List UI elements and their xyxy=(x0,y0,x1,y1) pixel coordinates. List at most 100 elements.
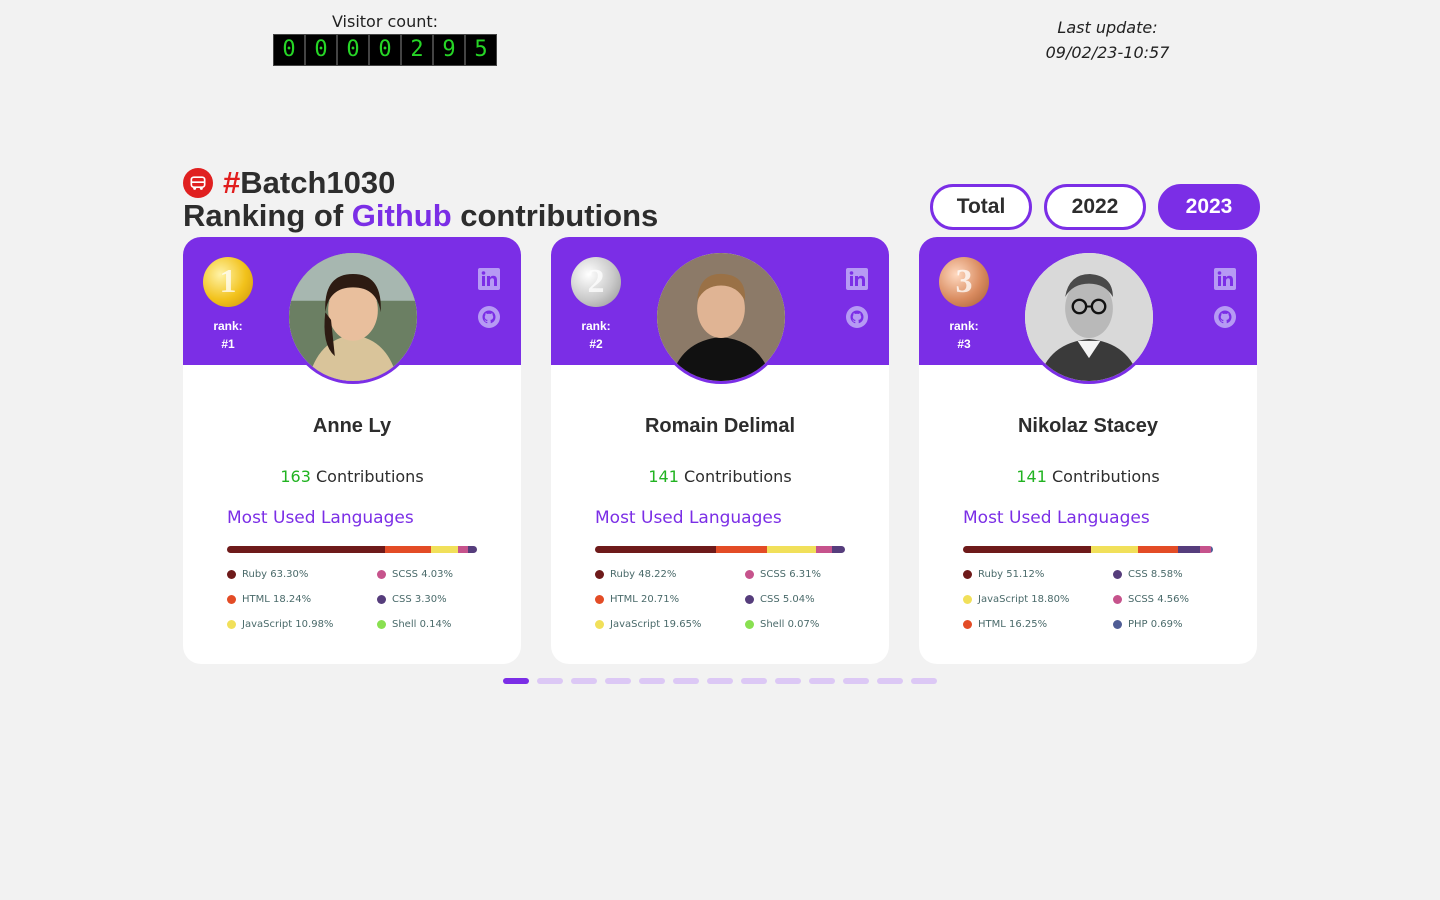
contributions-number: 141 xyxy=(1016,467,1047,486)
language-item: JavaScript 10.98% xyxy=(227,618,377,631)
github-icon[interactable] xyxy=(845,305,869,329)
language-item: HTML 20.71% xyxy=(595,593,745,606)
pagination-dot[interactable] xyxy=(673,678,699,684)
ranking-heading: Ranking of Github contributions xyxy=(183,198,658,234)
pagination-dot[interactable] xyxy=(503,678,529,684)
social-links xyxy=(845,267,869,329)
language-bar xyxy=(227,546,477,553)
pagination-dot[interactable] xyxy=(911,678,937,684)
language-bar xyxy=(963,546,1213,553)
language-bar-segment xyxy=(1178,546,1200,553)
contributor-card: 2 rank: #2 Romain Delimal 141 Contributio… xyxy=(551,237,889,664)
visitor-count-label: Visitor count: xyxy=(331,12,439,31)
language-item: Ruby 48.22% xyxy=(595,568,745,581)
language-bar-segment xyxy=(816,546,833,553)
avatar xyxy=(286,250,420,384)
ranking-prefix: Ranking of xyxy=(183,198,352,233)
tab-total[interactable]: Total xyxy=(930,184,1032,230)
contributions-number: 141 xyxy=(648,467,679,486)
github-word: Github xyxy=(351,198,452,233)
language-bar-segment xyxy=(1090,546,1138,553)
language-item: PHP 0.69% xyxy=(1113,618,1213,631)
linkedin-icon[interactable] xyxy=(1213,267,1237,291)
language-item: CSS 8.58% xyxy=(1113,568,1213,581)
language-label: Ruby 51.12% xyxy=(978,569,1045,580)
pagination-dot[interactable] xyxy=(707,678,733,684)
language-bar-segment xyxy=(715,546,768,553)
batch-name: Batch1030 xyxy=(240,165,396,200)
language-item: Ruby 51.12% xyxy=(963,568,1113,581)
github-icon[interactable] xyxy=(477,305,501,329)
batch-title: #Batch1030 xyxy=(183,165,658,200)
pagination-dot[interactable] xyxy=(605,678,631,684)
last-update-value: 09/02/23-10:57 xyxy=(1045,43,1170,62)
language-bar-segment xyxy=(595,546,716,553)
language-bar-segment xyxy=(1199,546,1212,553)
language-dot-icon xyxy=(1113,595,1122,604)
most-used-languages-heading: Most Used Languages xyxy=(963,508,1150,528)
pagination-dot[interactable] xyxy=(877,678,903,684)
language-label: HTML 20.71% xyxy=(610,594,680,605)
period-tabs: Total 2022 2023 xyxy=(930,184,1260,230)
pagination-dot[interactable] xyxy=(571,678,597,684)
language-bar-segment xyxy=(832,546,845,553)
language-list: Ruby 48.22% SCSS 6.31% HTML 20.71% CSS 5.04… xyxy=(595,568,889,631)
contributor-name: Anne Ly xyxy=(312,415,392,437)
contributor-card: 1 rank: #1 Anne Ly 163 Contributions Most… xyxy=(183,237,521,664)
card-header: 3 rank: #3 xyxy=(919,237,1257,384)
language-label: JavaScript 19.65% xyxy=(610,619,702,630)
visitor-digit: 0 xyxy=(305,34,337,66)
language-label: Shell 0.07% xyxy=(760,619,820,630)
tab-2023[interactable]: 2023 xyxy=(1158,184,1260,230)
language-dot-icon xyxy=(227,620,236,629)
pagination-dot[interactable] xyxy=(639,678,665,684)
language-label: SCSS 4.03% xyxy=(392,569,453,580)
language-label: PHP 0.69% xyxy=(1128,619,1183,630)
language-label: CSS 8.58% xyxy=(1128,569,1183,580)
visitor-digit: 0 xyxy=(337,34,369,66)
most-used-languages-heading: Most Used Languages xyxy=(595,508,782,528)
card-header: 1 rank: #1 xyxy=(183,237,521,384)
rank-value: #2 xyxy=(589,337,603,351)
pagination-dot[interactable] xyxy=(843,678,869,684)
pagination-dot[interactable] xyxy=(741,678,767,684)
contributions-number: 163 xyxy=(280,467,311,486)
linkedin-icon[interactable] xyxy=(845,267,869,291)
language-list: Ruby 51.12% CSS 8.58% JavaScript 18.80% SCS… xyxy=(963,568,1257,631)
contributions-label: Contributions xyxy=(310,467,424,486)
medal-number: 1 xyxy=(219,263,237,300)
language-item: SCSS 4.03% xyxy=(377,568,477,581)
visitor-counter: Visitor count: 0 0 0 0 2 9 5 xyxy=(273,12,497,66)
pagination-dot[interactable] xyxy=(809,678,835,684)
github-icon[interactable] xyxy=(1213,305,1237,329)
contributions-label: Contributions xyxy=(1046,467,1160,486)
rank-prefix: rank: xyxy=(581,319,611,333)
language-item: SCSS 4.56% xyxy=(1113,593,1213,606)
language-item: CSS 3.30% xyxy=(377,593,477,606)
contributions-label: Contributions xyxy=(678,467,792,486)
language-dot-icon xyxy=(377,595,386,604)
language-label: HTML 16.25% xyxy=(978,619,1048,630)
pagination-dot[interactable] xyxy=(537,678,563,684)
visitor-digit: 9 xyxy=(433,34,465,66)
visitor-digit: 2 xyxy=(401,34,433,66)
visitor-count-digits: 0 0 0 0 2 9 5 xyxy=(273,34,497,66)
language-bar xyxy=(595,546,845,553)
visitor-digit: 5 xyxy=(465,34,497,66)
card-header: 2 rank: #2 xyxy=(551,237,889,384)
bus-icon xyxy=(183,168,213,198)
language-label: Shell 0.14% xyxy=(392,619,452,630)
language-dot-icon xyxy=(227,570,236,579)
last-update: Last update: 09/02/23-10:57 xyxy=(1000,15,1215,65)
pagination-dot[interactable] xyxy=(775,678,801,684)
language-dot-icon xyxy=(745,570,754,579)
carousel-pagination xyxy=(503,678,937,684)
contributor-name: Romain Delimal xyxy=(644,415,796,437)
language-bar-segment xyxy=(767,546,817,553)
language-item: JavaScript 19.65% xyxy=(595,618,745,631)
language-bar-segment xyxy=(227,546,386,553)
tab-2022[interactable]: 2022 xyxy=(1044,184,1146,230)
ranking-suffix: contributions xyxy=(451,198,659,233)
language-dot-icon xyxy=(963,570,972,579)
linkedin-icon[interactable] xyxy=(477,267,501,291)
